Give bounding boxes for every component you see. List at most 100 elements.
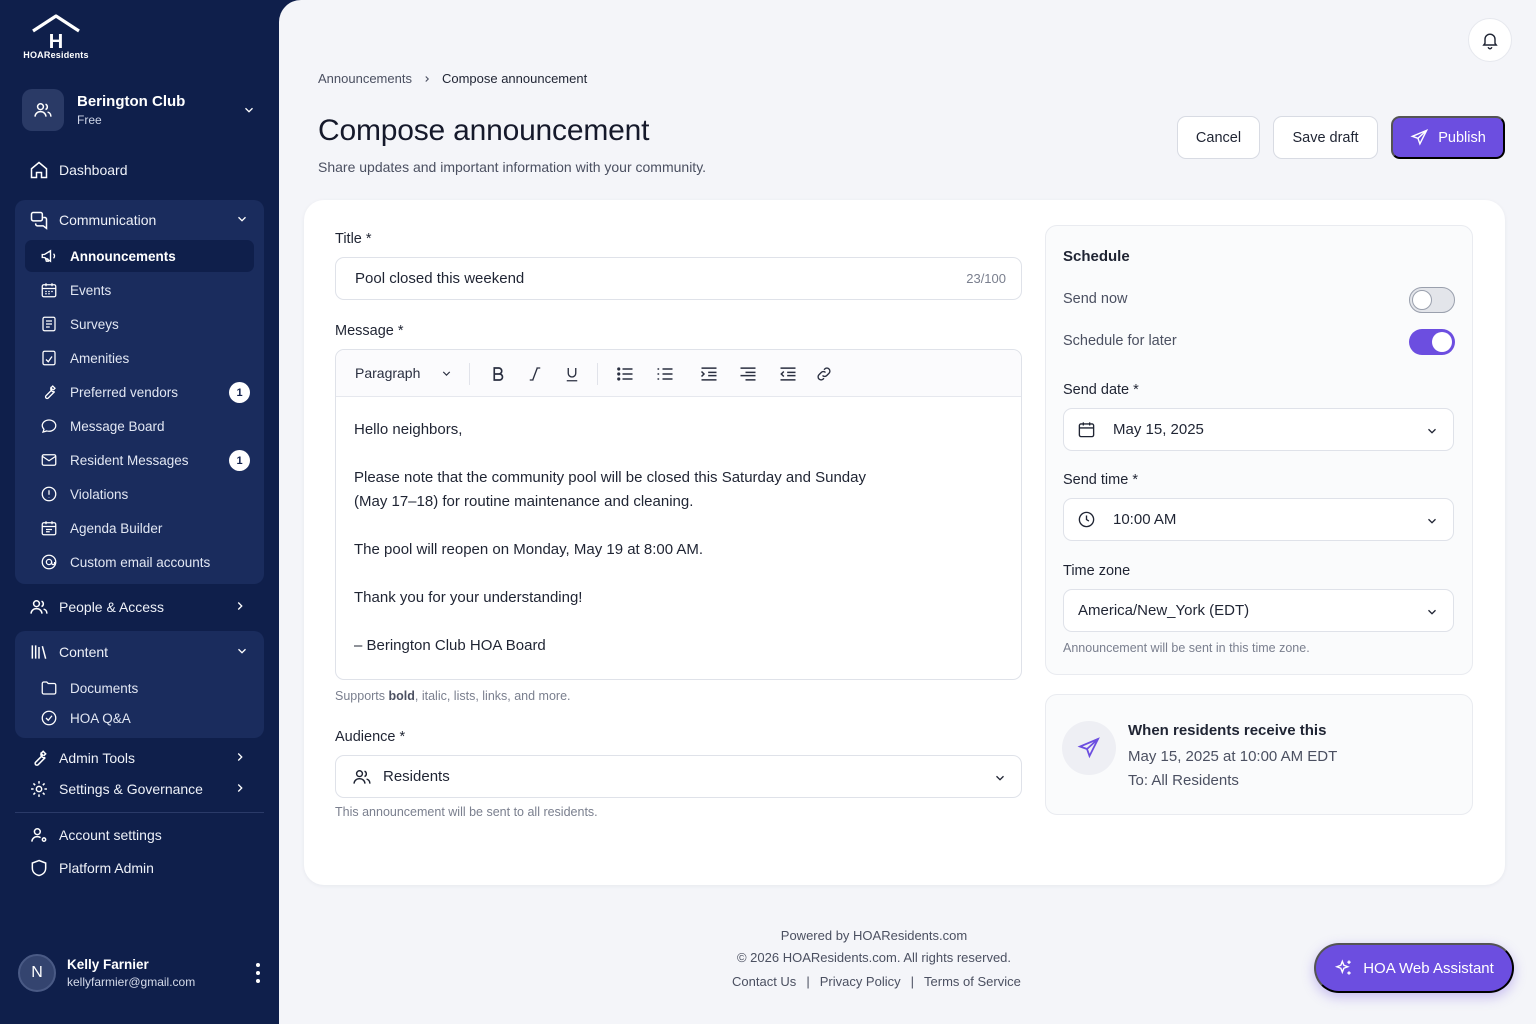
shield-icon (28, 857, 50, 879)
send-date-picker[interactable]: May 15, 2025 (1063, 408, 1454, 451)
nav-dashboard-label: Dashboard (59, 162, 128, 178)
save-draft-button[interactable]: Save draft (1273, 116, 1378, 159)
user-settings-icon (28, 824, 50, 846)
chevron-right-icon (237, 602, 243, 610)
alert-circle-icon (39, 484, 59, 504)
sidebar-item-message-board[interactable]: Message Board (25, 410, 254, 442)
breadcrumb: Announcements Compose announcement (318, 71, 587, 86)
schedule-later-toggle[interactable] (1409, 329, 1455, 355)
send-now-label: Send now (1063, 291, 1128, 307)
send-date-label: Send date * (1063, 382, 1139, 398)
sidebar-item-amenities[interactable]: Amenities (25, 342, 254, 374)
amenities-icon (39, 348, 59, 368)
send-time-picker[interactable]: 10:00 AM (1063, 498, 1454, 541)
message-hint: Supports bold, italic, lists, links, and… (335, 689, 571, 703)
outdent-icon[interactable] (776, 362, 800, 386)
megaphone-icon (39, 246, 59, 266)
home-icon (28, 159, 50, 181)
brand-logo[interactable]: H HOAResidents (20, 14, 92, 60)
sidebar-item-events[interactable]: Events (25, 274, 254, 306)
sidebar-item-label: Message Board (70, 418, 165, 434)
assistant-label: HOA Web Assistant (1363, 959, 1494, 977)
sidebar-item-label: Surveys (70, 316, 119, 332)
nav-settings-governance[interactable]: Settings & Governance (28, 777, 243, 801)
receive-to: To: All Residents (1128, 772, 1239, 789)
chevron-down-icon (1428, 518, 1436, 524)
bullet-list-icon[interactable] (613, 362, 637, 386)
chevron-right-icon (237, 784, 243, 792)
survey-icon (39, 314, 59, 334)
send-now-toggle[interactable] (1409, 287, 1455, 313)
sidebar-item-label: Preferred vendors (70, 384, 179, 400)
numbered-list-icon[interactable] (653, 362, 677, 386)
send-icon (1062, 721, 1116, 775)
avatar: N (18, 954, 56, 992)
nav-account-settings[interactable]: Account settings (28, 823, 162, 847)
nav-people-access[interactable]: People & Access (28, 595, 243, 619)
library-icon (28, 641, 50, 663)
sidebar-item-preferred-vendors[interactable]: Preferred vendors 1 (25, 376, 254, 408)
terms-link[interactable]: Terms of Service (924, 974, 1021, 989)
communication-header[interactable]: Communication (28, 209, 246, 231)
content-header[interactable]: Content (28, 641, 246, 663)
footer-links: Contact Us | Privacy Policy | Terms of S… (732, 974, 1021, 989)
audience-select[interactable]: Residents (335, 755, 1022, 798)
notifications-button[interactable] (1468, 18, 1512, 62)
message-editor: Paragraph Hello neighbors, Please note t… (335, 349, 1022, 680)
sidebar-item-label: Agenda Builder (70, 520, 163, 536)
italic-icon[interactable] (523, 362, 547, 386)
sidebar-item-hoa-qa[interactable]: HOA Q&A (25, 702, 254, 734)
more-options-icon[interactable] (248, 963, 268, 983)
club-switcher[interactable]: Berington Club Free (14, 80, 266, 140)
hoa-web-assistant-button[interactable]: HOA Web Assistant (1314, 943, 1514, 993)
underline-icon[interactable] (560, 362, 584, 386)
cancel-button[interactable]: Cancel (1177, 116, 1260, 159)
nav-settings-label: Settings & Governance (59, 781, 203, 797)
user-profile[interactable]: N Kelly Farnier kellyfarmier@gmail.com (18, 952, 268, 994)
publish-button[interactable]: Publish (1391, 116, 1505, 159)
users-icon (353, 769, 371, 784)
align-right-icon[interactable] (736, 362, 760, 386)
format-select[interactable]: Paragraph (355, 365, 453, 381)
sidebar-item-surveys[interactable]: Surveys (25, 308, 254, 340)
chevron-down-icon (1428, 428, 1436, 434)
nav-account-settings-label: Account settings (59, 827, 162, 843)
timezone-value: America/New_York (EDT) (1078, 602, 1250, 619)
page-subtitle: Share updates and important information … (318, 159, 707, 175)
schedule-later-label: Schedule for later (1063, 333, 1177, 349)
calendar-icon (39, 280, 59, 300)
bold-icon[interactable] (486, 362, 510, 386)
sidebar-item-custom-email[interactable]: Custom email accounts (25, 546, 254, 578)
indent-icon[interactable] (697, 362, 721, 386)
privacy-link[interactable]: Privacy Policy (820, 974, 901, 989)
nav-platform-admin[interactable]: Platform Admin (28, 856, 154, 880)
audience-label: Audience * (335, 729, 406, 745)
contact-link[interactable]: Contact Us (732, 974, 796, 989)
sidebar-item-violations[interactable]: Violations (25, 478, 254, 510)
sidebar-item-agenda-builder[interactable]: Agenda Builder (25, 512, 254, 544)
sidebar-item-documents[interactable]: Documents (25, 672, 254, 704)
content-label: Content (59, 644, 109, 660)
footer-powered: Powered by HOAResidents.com (780, 928, 968, 943)
title-input[interactable]: Pool closed this weekend 23/100 (335, 257, 1022, 300)
timezone-hint: Announcement will be sent in this time z… (1063, 641, 1310, 655)
chevron-down-icon[interactable] (242, 103, 256, 117)
nav-admin-tools[interactable]: Admin Tools (28, 746, 243, 770)
title-char-counter: 23/100 (966, 271, 1006, 286)
send-date-value: May 15, 2025 (1113, 421, 1204, 438)
link-icon[interactable] (812, 362, 836, 386)
timezone-select[interactable]: America/New_York (EDT) (1063, 589, 1454, 632)
message-line: – Berington Club HOA Board (354, 637, 546, 654)
title-label: Title * (335, 231, 372, 247)
message-line: Thank you for your understanding! (354, 589, 583, 606)
sidebar-item-announcements[interactable]: Announcements (25, 240, 254, 272)
breadcrumb-parent[interactable]: Announcements (318, 71, 412, 86)
message-body[interactable]: Hello neighbors, Please note that the co… (354, 418, 994, 682)
breadcrumb-current: Compose announcement (441, 71, 588, 86)
nav-dashboard[interactable]: Dashboard (28, 158, 128, 182)
sidebar-item-label: Documents (70, 680, 139, 696)
club-plan: Free (77, 113, 102, 127)
sidebar-item-resident-messages[interactable]: Resident Messages 1 (25, 444, 254, 476)
audience-hint: This announcement will be sent to all re… (335, 805, 598, 819)
compose-card: Title * Pool closed this weekend 23/100 … (304, 200, 1505, 885)
